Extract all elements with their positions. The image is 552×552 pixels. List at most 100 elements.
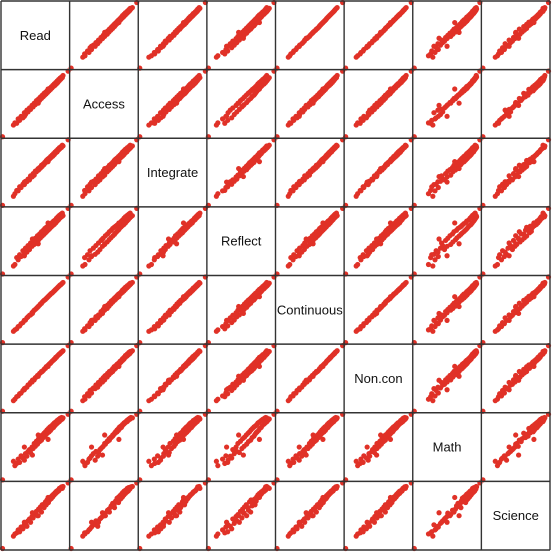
data-point: [513, 100, 519, 106]
data-point: [236, 100, 242, 106]
data-point: [531, 220, 537, 226]
data-point: [310, 373, 316, 379]
data-point: [371, 519, 378, 525]
data-point: [296, 444, 302, 450]
diagonal-panel-science: Science: [493, 508, 539, 523]
data-point: [45, 159, 51, 165]
data-point: [444, 113, 450, 119]
data-point: [60, 72, 66, 79]
panel-continuous-vs-integrate: [137, 274, 208, 346]
scatterplot-matrix: Read Access Integrate Reflect Continuous Non.…: [0, 0, 552, 552]
data-point: [429, 529, 435, 535]
data-point: [513, 241, 519, 247]
data-point: [88, 317, 95, 323]
data-point: [116, 220, 122, 226]
data-point: [473, 143, 479, 149]
data-point: [173, 29, 180, 35]
panel-integrate-vs-read: [0, 137, 71, 208]
data-point: [256, 19, 263, 26]
data-point: [506, 240, 512, 246]
data-point: [35, 165, 41, 172]
data-point: [240, 452, 246, 458]
data-point: [245, 505, 251, 511]
data-point: [129, 415, 135, 421]
panel-reflect-vs-access: [68, 205, 140, 277]
data-point: [531, 363, 537, 370]
data-point: [99, 173, 106, 180]
data-point: [160, 519, 166, 525]
data-point: [355, 261, 361, 268]
data-point: [102, 373, 108, 379]
data-point: [224, 317, 230, 323]
data-point: [296, 179, 302, 185]
data-point: [215, 531, 221, 537]
data-point: [444, 387, 450, 393]
diagonal-panel-non-con: Non.con: [354, 371, 402, 386]
data-point: [334, 415, 340, 421]
data-point: [444, 317, 450, 323]
data-point: [95, 519, 102, 525]
data-point: [364, 444, 370, 450]
diagonal-panel-read: Read: [20, 28, 51, 43]
data-point: [403, 483, 409, 490]
data-point: [88, 179, 95, 185]
data-point: [196, 279, 202, 286]
data-point: [27, 519, 34, 525]
data-point: [60, 143, 66, 149]
data-point: [160, 387, 166, 393]
data-point: [160, 317, 166, 323]
data-point: [240, 102, 246, 108]
data-point: [403, 72, 409, 79]
data-point: [430, 193, 436, 199]
data-point: [180, 220, 187, 226]
data-point: [516, 452, 522, 458]
data-point: [173, 303, 180, 310]
data-point: [425, 261, 432, 268]
panel-reflect-vs-continuous: [274, 205, 346, 277]
data-point: [320, 86, 326, 92]
data-point: [497, 459, 503, 465]
data-point: [403, 143, 409, 149]
data-point: [12, 261, 18, 268]
data-point: [403, 279, 409, 286]
panel-math-vs-read: [0, 411, 71, 483]
panel-reflect-vs-read: [0, 205, 71, 277]
data-point: [160, 444, 166, 450]
data-point: [506, 253, 512, 259]
data-point: [240, 35, 246, 41]
data-point: [436, 236, 442, 242]
data-point: [506, 113, 512, 119]
data-point: [236, 303, 242, 310]
data-point: [256, 159, 263, 165]
data-point: [224, 387, 230, 393]
data-point: [173, 513, 180, 519]
data-point: [502, 249, 508, 255]
panel-non-con-vs-math: [411, 343, 483, 414]
data-point: [180, 294, 187, 300]
data-point: [256, 294, 263, 300]
data-point: [165, 310, 172, 317]
data-point: [387, 494, 394, 501]
data-point: [196, 72, 202, 79]
data-point: [452, 363, 458, 370]
data-point: [310, 432, 316, 438]
panel-access-vs-integrate: [137, 68, 208, 140]
data-point: [513, 303, 519, 310]
data-point: [542, 348, 548, 354]
data-point: [29, 510, 35, 516]
data-point: [516, 95, 522, 102]
data-point: [456, 100, 462, 106]
panel-continuous-vs-science: [480, 274, 552, 346]
data-point: [129, 213, 135, 219]
data-point: [264, 279, 270, 286]
data-point: [21, 387, 27, 393]
data-point: [180, 86, 187, 92]
data-point: [542, 279, 548, 286]
data-point: [378, 241, 384, 247]
data-point: [531, 19, 537, 26]
data-point: [240, 377, 246, 383]
data-point: [452, 294, 458, 300]
data-point: [374, 173, 380, 180]
data-point: [88, 253, 95, 259]
data-point: [45, 220, 51, 226]
